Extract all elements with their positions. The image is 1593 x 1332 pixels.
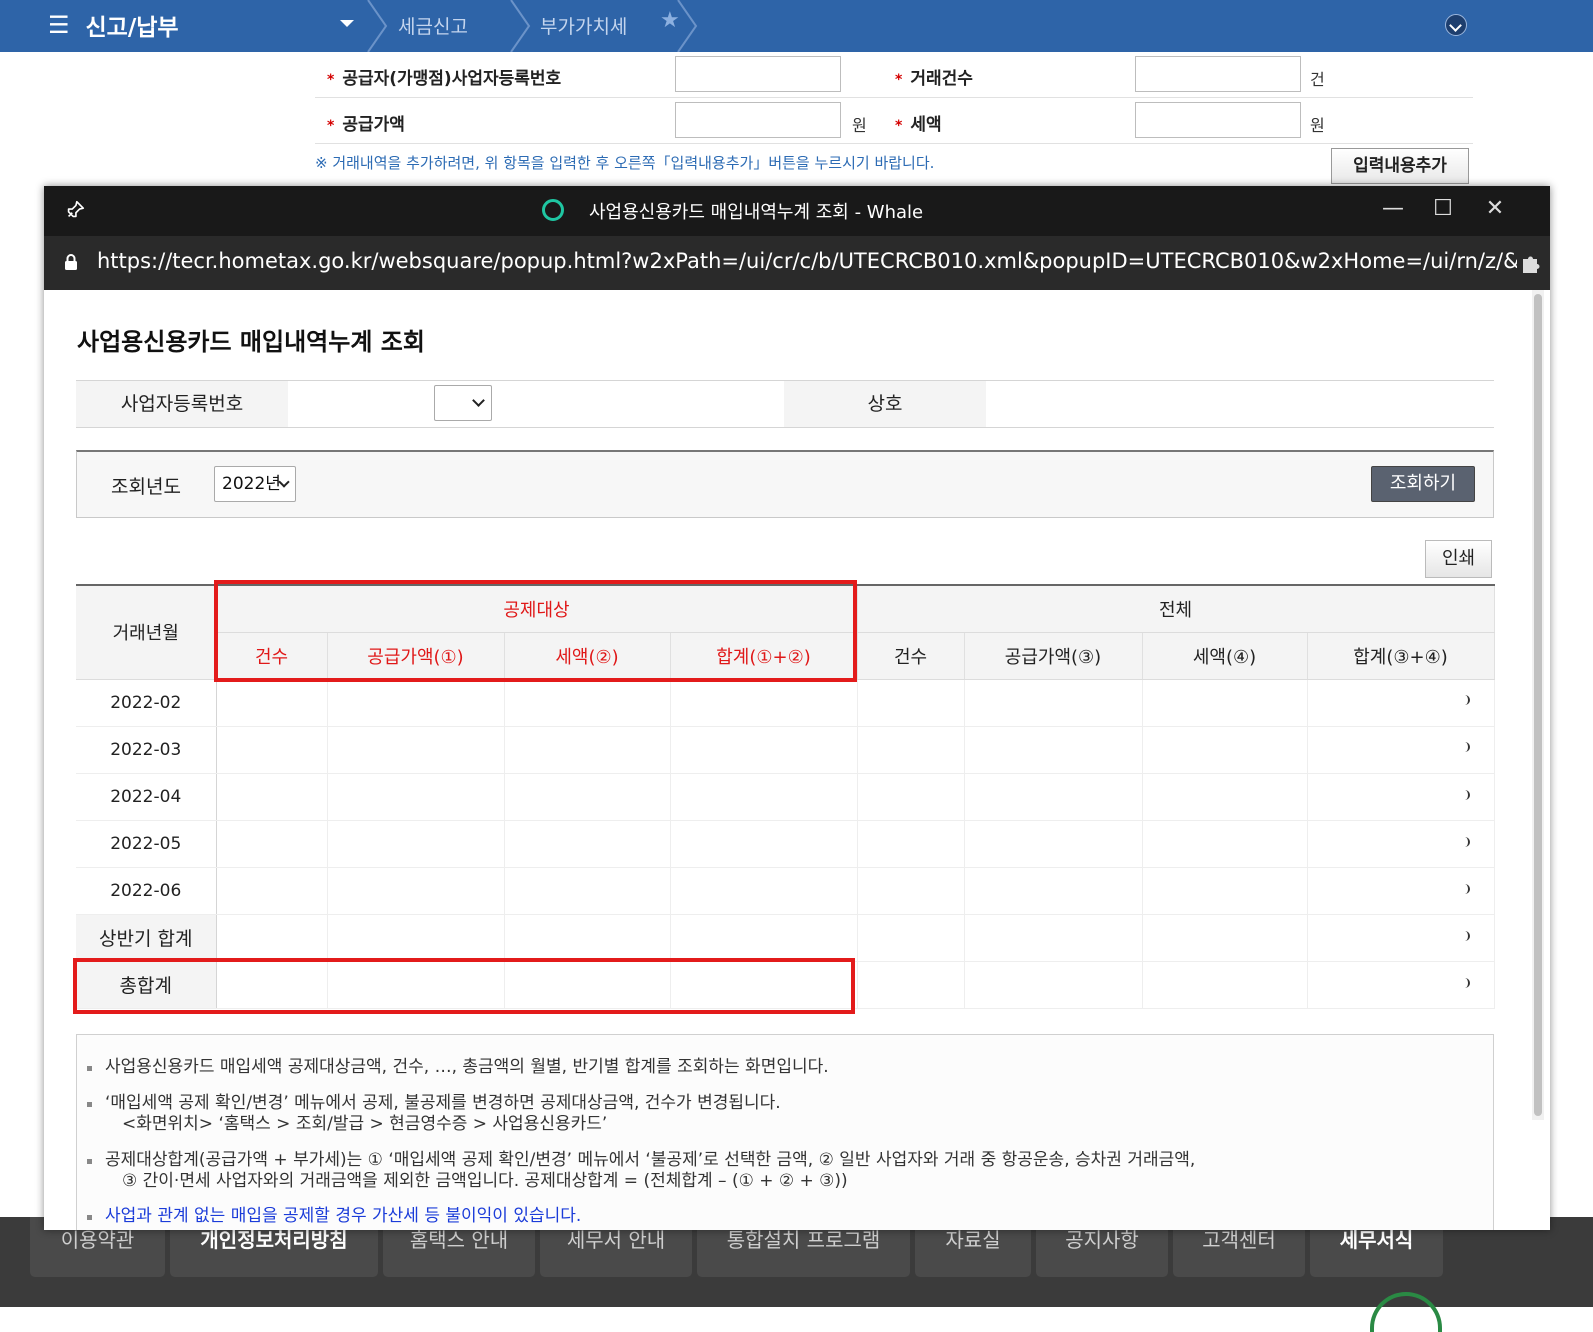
year-label: 조회년도	[111, 476, 181, 498]
maximize-icon[interactable]: ☐	[1428, 194, 1458, 224]
supplier-bizno-input[interactable]	[675, 56, 841, 92]
add-entry-button[interactable]: 입력내용추가	[1331, 148, 1469, 184]
form-row: * 공급자(가맹점)사업자등록번호 * 거래건수 건	[315, 52, 1473, 98]
row-month-label: 2022-03	[76, 726, 217, 774]
popup-content: 사업용신용카드 매입내역누계 조회 사업자등록번호 상호 조회년도 2022년 …	[44, 290, 1550, 1230]
company-label: 상호	[784, 381, 986, 427]
col-total-tax: 세액(④)	[1142, 632, 1308, 680]
window-titlebar: 사업용신용카드 매입내역누계 조회 - Whale — ☐ ✕	[44, 186, 1550, 236]
print-button[interactable]: 인쇄	[1425, 540, 1492, 578]
bizno-select[interactable]	[434, 385, 492, 421]
business-info-table: 사업자등록번호 상호	[76, 380, 1494, 428]
menu-icon[interactable]: ☰	[48, 11, 70, 39]
page-title: 사업용신용카드 매입내역누계 조회	[77, 328, 425, 356]
close-icon[interactable]: ✕	[1480, 194, 1510, 224]
half-year-total-label: 상반기 합계	[76, 914, 217, 962]
supply-unit: 원	[852, 116, 867, 135]
guide-box: 사업용신용카드 매입세액 공제대상금액, 건수, …, 총금액의 월별, 반기별…	[76, 1034, 1494, 1230]
breadcrumb-separator	[367, 0, 388, 52]
scrollbar-thumb[interactable]	[1534, 294, 1542, 1116]
url-text[interactable]: https://tecr.hometax.go.kr/websquare/pop…	[97, 249, 1517, 273]
popup-window: 사업용신용카드 매입내역누계 조회 - Whale — ☐ ✕ https://…	[44, 186, 1550, 1230]
chevron-down-icon[interactable]	[340, 20, 354, 27]
guide-item: 공제대상합계(공급가액 + 부가세)는 ① ‘매입세액 공제 확인/변경’ 메뉴…	[86, 1150, 1196, 1170]
lock-icon	[65, 254, 77, 270]
menu-title: 신고/납부	[85, 15, 179, 41]
table-row: 2022-04	[76, 773, 1495, 821]
menu-selector[interactable]: ☰ 신고/납부	[48, 8, 179, 42]
table-row: 2022-03	[76, 726, 1495, 774]
guide-item: ‘매입세액 공제 확인/변경’ 메뉴에서 공제, 불공제를 변경하면 공제대상금…	[87, 1093, 781, 1113]
scrollbar[interactable]	[1532, 290, 1544, 1120]
row-month-label: 2022-02	[76, 678, 217, 727]
expand-menu-icon[interactable]	[1445, 14, 1467, 36]
month-header: 거래년월	[76, 584, 217, 680]
count-label: * 거래건수	[895, 69, 973, 89]
transaction-input-form: * 공급자(가맹점)사업자등록번호 * 거래건수 건 * 공급가액 원 * 세액 원	[315, 52, 1473, 144]
breadcrumb-separator	[677, 0, 698, 52]
footer: 이용약관 개인정보처리방침 홈택스 안내 세무서 안내 통합설치 프로그램 자료…	[0, 1217, 1593, 1307]
supplier-bizno-label: * 공급자(가맹점)사업자등록번호	[327, 69, 562, 89]
address-bar: https://tecr.hometax.go.kr/websquare/pop…	[44, 236, 1550, 290]
guide-item: 사업용신용카드 매입세액 공제대상금액, 건수, …, 총금액의 월별, 반기별…	[87, 1057, 829, 1077]
minimize-icon[interactable]: —	[1378, 194, 1408, 224]
pin-icon[interactable]	[64, 199, 86, 221]
whale-icon	[542, 199, 564, 221]
supply-amount-input[interactable]	[675, 102, 841, 138]
add-note: ※ 거래내역을 추가하려면, 위 항목을 입력한 후 오른쪽「입력내용추가」버튼…	[315, 154, 935, 172]
col-total-count: 건수	[857, 632, 965, 680]
table-row: 2022-02	[76, 678, 1495, 727]
form-row: * 공급가액 원 * 세액 원	[315, 98, 1473, 144]
tax-amount-input[interactable]	[1135, 102, 1301, 138]
col-total-sum: 합계(③+④)	[1307, 632, 1495, 680]
table-row: 2022-05	[76, 820, 1495, 868]
row-month-label: 2022-04	[76, 773, 217, 821]
row-month-label: 2022-05	[76, 820, 217, 868]
breadcrumb-tax-report[interactable]: 세금신고	[398, 12, 468, 39]
guide-item-sub: <화면위치> ‘홈택스 > 조회/발급 > 현금영수증 > 사업용신용카드’	[122, 1114, 608, 1134]
count-input[interactable]	[1135, 56, 1301, 92]
search-button[interactable]: 조회하기	[1371, 466, 1475, 502]
row-month-label: 2022-06	[76, 867, 217, 915]
col-total-supply: 공급가액(③)	[964, 632, 1143, 680]
puzzle-icon[interactable]	[1519, 251, 1543, 275]
supply-amount-label: * 공급가액	[327, 115, 405, 135]
table-row: 상반기 합계	[76, 914, 1495, 962]
tax-unit: 원	[1310, 116, 1325, 135]
window-title: 사업용신용카드 매입내역누계 조회 - Whale	[589, 202, 924, 223]
bizno-label: 사업자등록번호	[76, 381, 288, 427]
deductible-highlight-box	[214, 580, 857, 682]
total-group-header: 전체	[857, 584, 1495, 633]
tax-amount-label: * 세액	[895, 115, 942, 135]
count-unit: 건	[1310, 70, 1325, 89]
guide-item-sub: ③ 간이·면세 사업자와의 거래금액을 제외한 금액입니다. 공제대상합계 = …	[122, 1171, 848, 1191]
top-nav-bar: ☰ 신고/납부 세금신고 부가가치세 ★	[0, 0, 1593, 52]
search-panel: 조회년도 2022년 조회하기	[76, 450, 1494, 518]
breadcrumb-vat[interactable]: 부가가치세	[540, 12, 627, 39]
grand-total-highlight-box	[73, 958, 855, 1014]
breadcrumb-separator	[510, 0, 531, 52]
table-row: 2022-06	[76, 867, 1495, 915]
guide-warning: 사업과 관계 없는 매입을 공제할 경우 가산세 등 불이익이 있습니다.	[86, 1206, 582, 1226]
year-select[interactable]: 2022년	[214, 466, 296, 502]
